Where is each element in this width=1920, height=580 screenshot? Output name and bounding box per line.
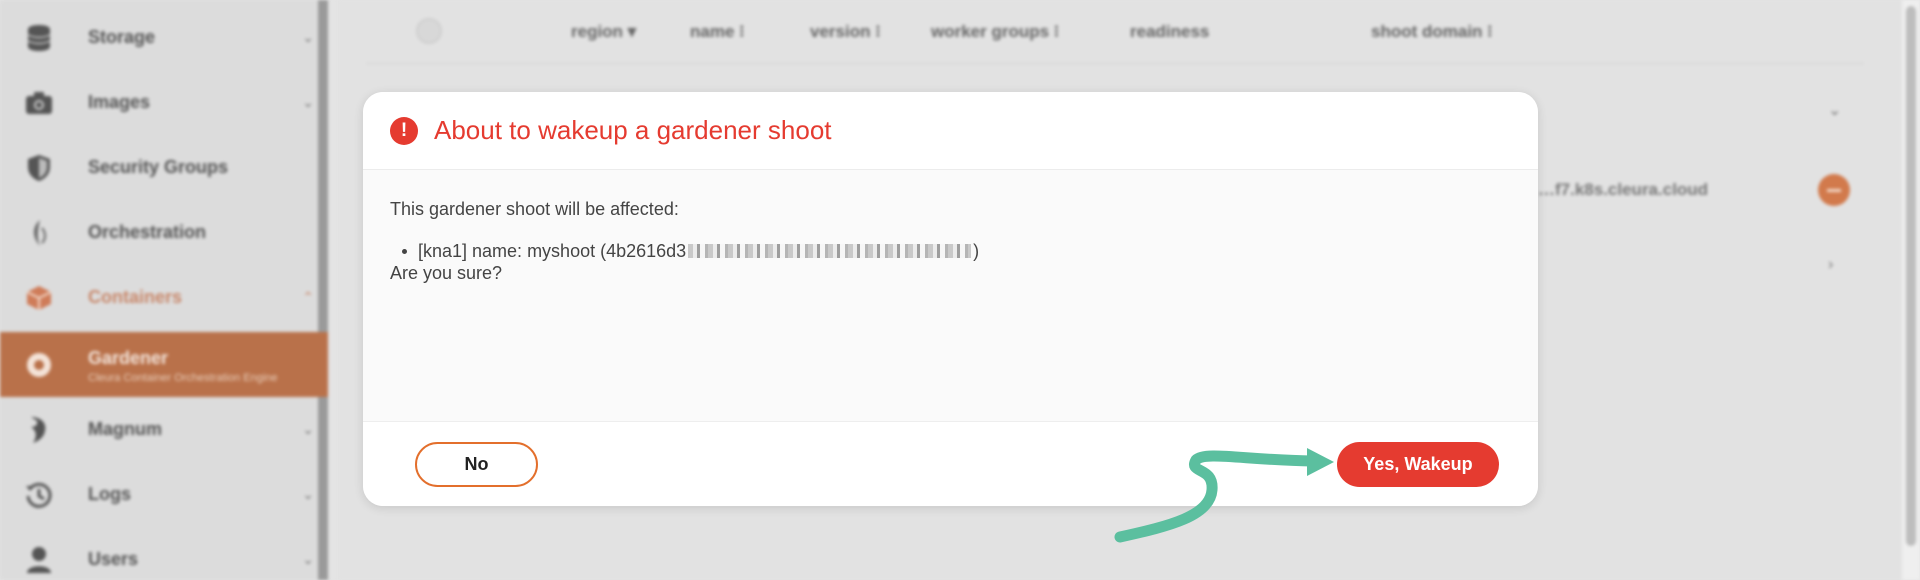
sidebar-item-label: Images	[88, 92, 151, 112]
scrollbar[interactable]	[1902, 0, 1920, 580]
no-button[interactable]: No	[415, 442, 538, 487]
alert-icon: !	[390, 116, 418, 145]
scrollbar-thumb[interactable]	[1906, 6, 1916, 546]
history-icon	[24, 480, 54, 510]
chevron-down-icon: ⌄	[302, 94, 314, 110]
sidebar-item-label: Orchestration	[88, 222, 207, 242]
sidebar-item-orchestration[interactable]: Orchestration	[0, 200, 328, 265]
sidebar-item-label: Security Groups	[88, 157, 229, 177]
chevron-down-icon: ⌄	[302, 421, 314, 437]
sidebar-item-label: Gardener	[88, 348, 169, 368]
sidebar-item-security-groups[interactable]: Security Groups	[0, 135, 328, 200]
chevron-down-icon: ⌄	[302, 29, 314, 45]
dialog-title: About to wakeup a gardener shoot	[434, 115, 832, 145]
sidebar-item-logs[interactable]: Logs ⌄	[0, 462, 328, 527]
sidebar-item-label: Users	[88, 549, 139, 569]
camera-icon	[24, 88, 54, 118]
shield-icon	[24, 153, 54, 183]
dialog-question: Are you sure?	[390, 263, 503, 283]
column-header-name[interactable]: name ⁝	[690, 22, 745, 42]
chevron-down-icon: ⌄	[302, 486, 314, 502]
sidebar-item-sublabel: Cleura Container Orchestration Engine	[88, 372, 278, 384]
list-item: [kna1] name: myshoot (4b2616d3 )	[390, 240, 1511, 262]
wakeup-confirm-dialog: ! About to wakeup a gardener shoot This …	[363, 92, 1538, 506]
yes-wakeup-button[interactable]: Yes, Wakeup	[1337, 442, 1499, 487]
column-header-version[interactable]: version ⁝	[810, 22, 881, 42]
affected-shoot-list: [kna1] name: myshoot (4b2616d3 )	[390, 240, 1511, 262]
sidebar-item-users[interactable]: Users ⌄	[0, 527, 328, 580]
sidebar-item-gardener[interactable]: Gardener Cleura Container Orchestration …	[0, 332, 328, 397]
sidebar-item-magnum[interactable]: Magnum ⌄	[0, 397, 328, 462]
dialog-header: ! About to wakeup a gardener shoot	[363, 92, 1538, 170]
row-action-button[interactable]	[1818, 174, 1850, 206]
dialog-footer: No Yes, Wakeup	[363, 421, 1538, 506]
sidebar-item-label: Magnum	[88, 419, 162, 439]
sidebar-item-label: Logs	[88, 484, 131, 504]
column-header-readiness: readiness	[1130, 22, 1210, 41]
select-all-checkbox[interactable]	[416, 18, 442, 44]
sidebar-item-storage[interactable]: Storage ⌄	[0, 5, 328, 70]
sidebar-item-images[interactable]: Images ⌄	[0, 70, 328, 135]
redacted-id	[688, 244, 972, 258]
dialog-body: This gardener shoot will be affected: [k…	[363, 170, 1538, 413]
column-header-shoot-domain[interactable]: shoot domain ⁝	[1371, 22, 1493, 42]
database-icon	[24, 23, 54, 53]
sidebar-item-label: Containers	[88, 287, 183, 307]
shoot-domain-cell: …f7.k8s.cleura.cloud	[1538, 180, 1709, 199]
orchestration-icon	[24, 218, 54, 248]
user-icon	[24, 545, 54, 575]
chevron-up-icon: ⌃	[302, 289, 314, 305]
shoot-item-suffix: )	[973, 241, 980, 261]
gardener-icon	[24, 350, 54, 380]
cube-icon	[24, 283, 54, 313]
sidebar-item-label: Storage	[88, 27, 156, 47]
chevron-right-icon[interactable]: ›	[1828, 256, 1833, 274]
column-header-region[interactable]: region ▾	[571, 22, 636, 42]
shoot-item-prefix: [kna1] name: myshoot (4b2616d3	[418, 241, 687, 261]
dialog-intro-text: This gardener shoot will be affected:	[390, 199, 679, 219]
magnum-icon	[24, 415, 54, 445]
sidebar-item-containers[interactable]: Containers ⌃	[0, 265, 328, 330]
table-header: region ▾ name ⁝ version ⁝ worker groups …	[366, 0, 1864, 64]
sidebar: Storage ⌄ Images ⌄ Security Groups Orche…	[0, 0, 328, 580]
chevron-down-icon[interactable]: ⌄	[1828, 100, 1841, 120]
bullet-icon	[402, 248, 407, 254]
chevron-down-icon: ⌄	[302, 551, 314, 567]
column-header-worker-groups[interactable]: worker groups ⁝	[931, 22, 1059, 42]
